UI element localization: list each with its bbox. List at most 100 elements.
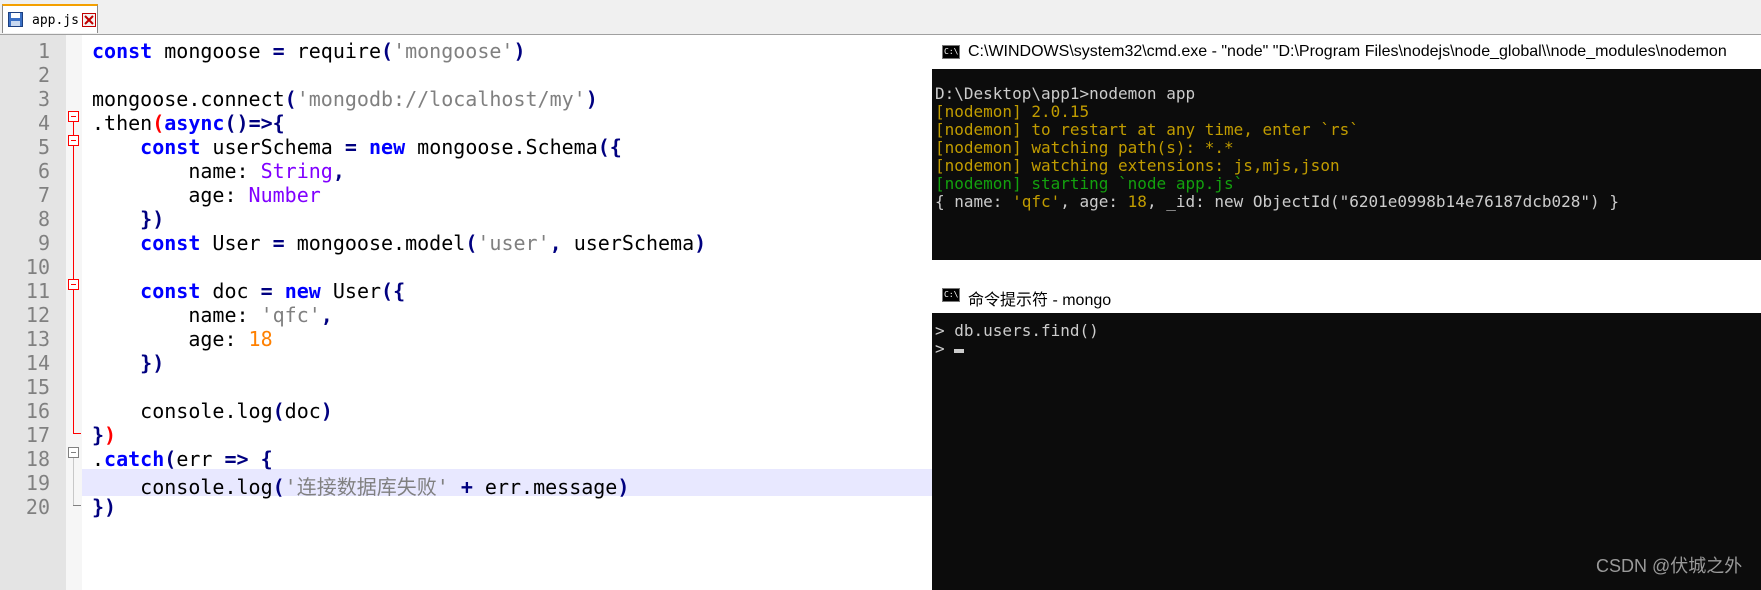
console-line: [nodemon] 2.0.15 <box>935 102 1090 121</box>
line-number: 12 <box>25 303 50 327</box>
code-token: }) <box>140 351 165 375</box>
code-token: () <box>224 111 249 135</box>
fold-toggle-icon[interactable] <box>68 111 79 122</box>
code-token: 'mongodb://localhost/my' <box>296 87 586 111</box>
code-token: 18 <box>248 327 273 351</box>
save-icon <box>8 12 23 27</box>
code-token: 'qfc' <box>260 303 321 327</box>
code-token: =>{ <box>248 111 285 135</box>
line-number: 4 <box>37 111 50 135</box>
code-token: ({ <box>597 135 622 159</box>
code-line: .catch(err => { <box>92 447 273 471</box>
line-number: 14 <box>25 351 50 375</box>
console-title: C:\WINDOWS\system32\cmd.exe - "node" "D:… <box>968 43 1727 60</box>
code-line: }) <box>92 207 164 231</box>
code-token: User <box>320 279 382 303</box>
code-token: catch <box>104 447 165 471</box>
code-token: { <box>260 447 273 471</box>
console-title-bar[interactable]: 命令提示符 - mongo <box>932 277 1761 313</box>
fold-toggle-icon[interactable] <box>68 135 79 146</box>
code-token: ( <box>465 231 478 255</box>
code-token: name: <box>92 303 261 327</box>
watermark: CSDN @伏城之外 <box>1596 556 1743 576</box>
code-token: = <box>272 39 285 63</box>
code-token: 'mongoose' <box>393 39 514 63</box>
fold-end-marker <box>73 505 81 506</box>
fold-guide <box>73 458 74 506</box>
fold-toggle-icon[interactable] <box>68 279 79 290</box>
line-number: 8 <box>37 207 50 231</box>
code-token: userSchema <box>200 135 345 159</box>
code-token: mongoose.model <box>284 231 466 255</box>
console-line: D:\Desktop\app1>nodemon app <box>935 84 1196 103</box>
console-title-bar[interactable]: C:\WINDOWS\system32\cmd.exe - "node" "D:… <box>932 35 1761 69</box>
text-cursor <box>954 349 964 353</box>
code-line: const mongoose = require('mongoose') <box>92 39 526 63</box>
code-token: age: <box>92 327 249 351</box>
code-token: }) <box>92 495 117 519</box>
code-token: '连接数据库失败' <box>284 475 449 499</box>
console-window-mongo[interactable]: 命令提示符 - mongo > db.users.find()> <box>932 277 1761 590</box>
code-token: = <box>272 231 285 255</box>
console-line: { name: 'qfc', age: 18, _id: new ObjectI… <box>935 192 1619 212</box>
line-number: 10 <box>25 255 50 279</box>
code-token: = <box>260 279 273 303</box>
code-token: mongoose.connect <box>92 87 285 111</box>
console-segment: { name: <box>935 192 1013 211</box>
fold-end-marker <box>73 433 81 434</box>
code-token: async <box>164 111 225 135</box>
code-token: ( <box>164 447 177 471</box>
close-icon[interactable] <box>82 13 96 27</box>
code-line: console.log('连接数据库失败' + err.message) <box>92 471 629 500</box>
console-line: [nodemon] watching path(s): *.* <box>935 138 1234 157</box>
code-editor[interactable]: const mongoose = require('mongoose') mong… <box>0 35 932 590</box>
code-token: User <box>200 231 273 255</box>
console-segment: 18 <box>1127 192 1147 211</box>
code-token: ) <box>104 423 117 447</box>
code-token: const <box>92 39 153 63</box>
line-number: 5 <box>37 135 50 159</box>
code-line: age: 18 <box>92 327 273 351</box>
cmd-icon <box>942 45 960 59</box>
tab-app-js[interactable]: app.js <box>2 4 98 33</box>
code-token: , <box>332 159 345 183</box>
editor-tab-bar: app.js <box>0 0 1761 35</box>
code-token: 'user' <box>477 231 550 255</box>
code-token: mongoose <box>152 39 273 63</box>
code-line: console.log(doc) <box>92 399 333 423</box>
fold-toggle-icon[interactable] <box>68 447 79 458</box>
code-line: }) <box>92 423 116 447</box>
line-number: 19 <box>25 471 50 495</box>
code-token: + <box>460 475 473 499</box>
code-token: console.log <box>92 475 273 499</box>
line-number: 11 <box>25 279 50 303</box>
fold-guide <box>73 122 74 433</box>
tab-label: app.js <box>32 13 79 28</box>
line-number: 3 <box>37 87 50 111</box>
code-token: ({ <box>381 279 406 303</box>
code-token: ( <box>152 111 165 135</box>
code-line: const User = mongoose.model('user', user… <box>92 231 706 255</box>
line-number: 13 <box>25 327 50 351</box>
code-token: const <box>140 135 201 159</box>
line-number: 7 <box>37 183 50 207</box>
console-window-node[interactable]: C:\WINDOWS\system32\cmd.exe - "node" "D:… <box>932 35 1761 260</box>
console-line: [nodemon] starting `node app.js` <box>935 174 1244 193</box>
console-segment: 'qfc' <box>1012 192 1061 211</box>
code-token: , <box>320 303 333 327</box>
console-line: > db.users.find() <box>935 321 1099 340</box>
code-token: ) <box>513 39 526 63</box>
code-token: ) <box>585 87 598 111</box>
code-token: , <box>549 231 562 255</box>
console-title: 命令提示符 - mongo <box>968 292 1112 309</box>
code-line: const doc = new User({ <box>92 279 405 303</box>
code-token: ( <box>381 39 394 63</box>
code-token: Number <box>248 183 321 207</box>
code-token: }) <box>140 207 165 231</box>
